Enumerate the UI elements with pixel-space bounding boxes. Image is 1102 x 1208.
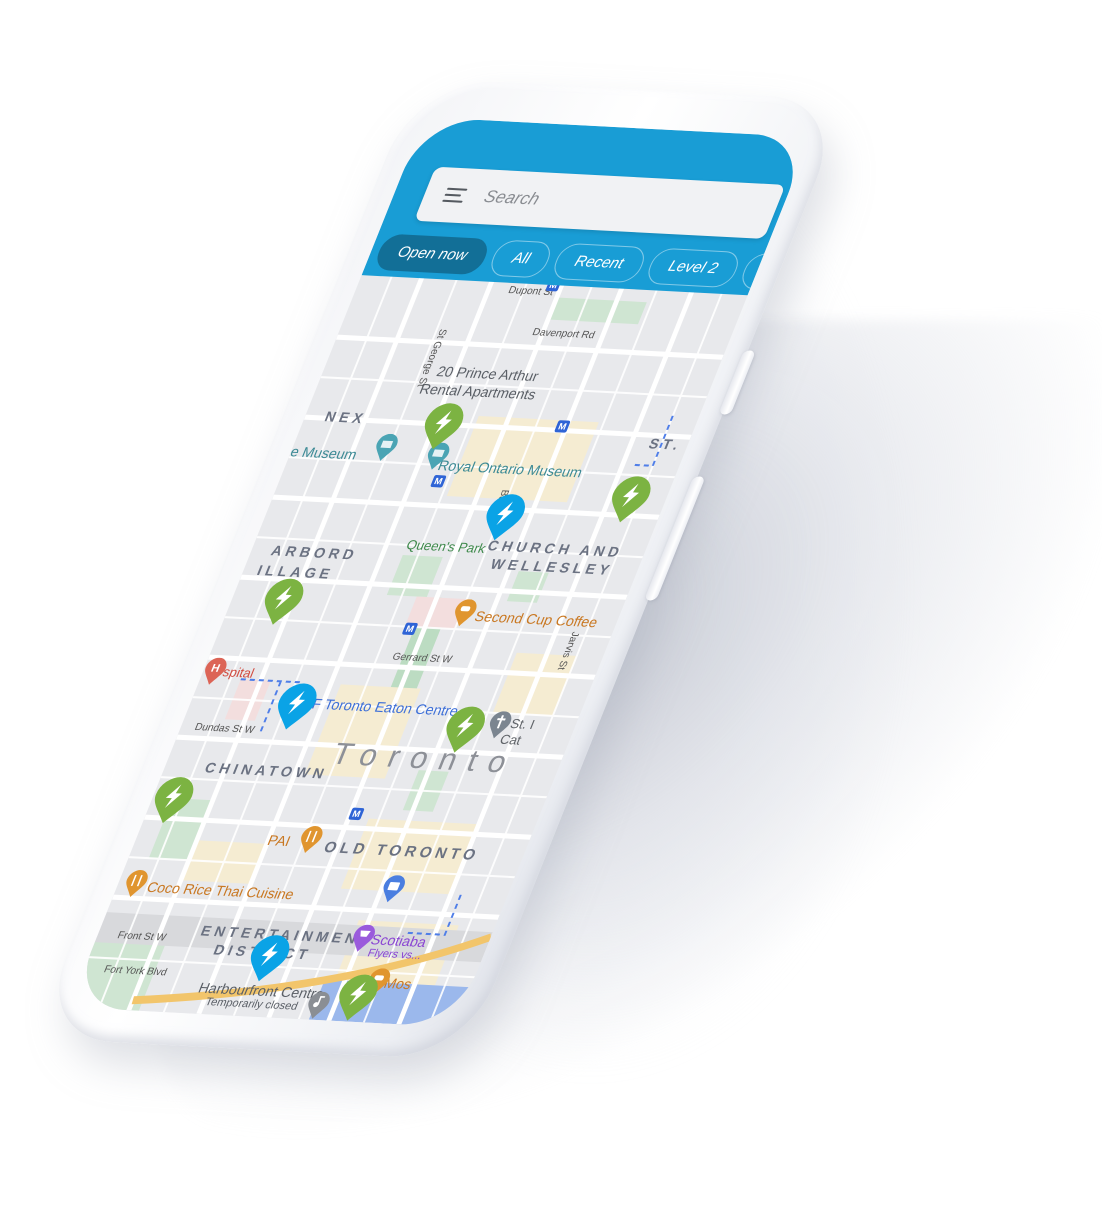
search-input[interactable] [478, 185, 752, 222]
filter-chip-recent[interactable]: Recent [549, 242, 649, 284]
phone-screen: Dupont St Davenport Rd St George St 20 P… [68, 117, 811, 1028]
filter-chip-all[interactable]: All [486, 239, 556, 279]
district-label: NEX [322, 408, 370, 427]
place-label-museum: e Museum [288, 443, 360, 463]
filter-chip-dcfc[interactable]: DCFC [736, 252, 811, 293]
filter-chip-level-2[interactable]: Level 2 [642, 247, 744, 289]
hamburger-menu-icon[interactable] [442, 187, 468, 203]
stage: Dupont St Davenport Rd St George St 20 P… [0, 0, 1102, 1208]
phone-side-button [718, 350, 756, 415]
app-header: Open now All Recent Level 2 DCFC [361, 117, 811, 296]
filter-chip-open-now[interactable]: Open now [372, 233, 493, 276]
search-bar[interactable] [414, 166, 786, 239]
phone-device: Dupont St Davenport Rd St George St 20 P… [34, 78, 848, 1061]
street-label: Front St W [115, 930, 168, 944]
district-label: ST. [646, 435, 686, 453]
